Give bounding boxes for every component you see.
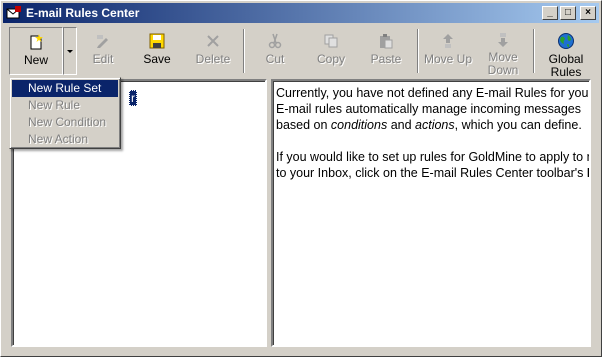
- move-down-icon: [494, 32, 512, 48]
- menu-item-new-action[interactable]: New Action: [12, 131, 118, 148]
- minimize-button[interactable]: _: [542, 6, 558, 20]
- new-icon: [27, 33, 45, 51]
- save-button[interactable]: Save: [137, 27, 177, 75]
- move-up-icon: [439, 32, 457, 50]
- info-line-1: Currently, you have not defined any E-ma…: [276, 86, 591, 100]
- menu-item-new-condition[interactable]: New Condition: [12, 114, 118, 131]
- save-label: Save: [143, 52, 171, 66]
- menu-item-new-rule[interactable]: New Rule: [12, 97, 118, 114]
- edit-button[interactable]: Edit: [83, 27, 123, 75]
- cut-label: Cut: [265, 52, 285, 66]
- new-dropdown-menu: New Rule Set New Rule New Condition New …: [9, 77, 121, 149]
- edit-label: Edit: [92, 52, 114, 66]
- move-down-label-line1: Move: [488, 50, 518, 64]
- app-icon: [6, 5, 22, 21]
- toolbar-separator: [417, 29, 419, 73]
- move-down-label-line2: Down: [487, 63, 519, 77]
- paste-button[interactable]: Paste: [363, 27, 409, 75]
- new-label: New: [23, 53, 48, 67]
- new-dropdown-arrow[interactable]: [63, 27, 77, 75]
- toolbar-separator: [243, 29, 245, 73]
- cut-icon: [266, 32, 284, 50]
- info-paragraph-2: If you would like to set up rules for Go…: [276, 149, 591, 181]
- delete-label: Delete: [195, 52, 231, 66]
- toolbar-separator: [533, 29, 535, 73]
- info-pane[interactable]: Currently, you have not defined any E-ma…: [271, 79, 591, 347]
- tree-node-selected[interactable]: r: [129, 90, 137, 106]
- email-rules-center-window: E-mail Rules Center _ □ × New Edit Save …: [0, 0, 602, 357]
- info-line-5-bold: Ne: [587, 166, 589, 180]
- cut-button[interactable]: Cut: [257, 27, 293, 75]
- info-conditions: conditions: [330, 118, 388, 132]
- paste-icon: [377, 32, 395, 50]
- info-line-3-pre: based on: [276, 118, 331, 132]
- menu-item-new-rule-set[interactable]: New Rule Set: [12, 80, 118, 97]
- info-paragraph-1: Currently, you have not defined any E-ma…: [276, 85, 591, 133]
- move-up-label: Move Up: [423, 52, 473, 66]
- info-line-3-mid: and: [387, 118, 416, 132]
- save-icon: [148, 32, 166, 50]
- delete-button[interactable]: Delete: [189, 27, 237, 75]
- copy-icon: [322, 32, 340, 50]
- paste-label: Paste: [370, 52, 402, 66]
- globe-icon: [557, 32, 575, 50]
- copy-button[interactable]: Copy: [309, 27, 353, 75]
- close-button[interactable]: ×: [580, 6, 596, 20]
- info-actions: actions: [415, 118, 455, 132]
- info-line-2: E-mail rules automatically manage incomi…: [276, 102, 581, 116]
- delete-icon: [204, 32, 222, 50]
- title-bar[interactable]: E-mail Rules Center _ □ ×: [3, 3, 599, 23]
- maximize-button[interactable]: □: [560, 6, 576, 20]
- move-up-button[interactable]: Move Up: [423, 27, 473, 75]
- copy-label: Copy: [316, 52, 345, 66]
- toolbar: New Edit Save Delete Cut Copy Paste Move…: [3, 25, 599, 79]
- global-rules-label-line1: Global: [548, 52, 584, 66]
- window-title: E-mail Rules Center: [26, 6, 140, 20]
- move-down-label: Move Down: [488, 51, 519, 77]
- global-rules-label: Global Rules: [549, 53, 584, 79]
- move-down-button[interactable]: Move Down: [481, 27, 525, 77]
- global-rules-button[interactable]: Global Rules: [543, 27, 589, 79]
- global-rules-label-line2: Rules: [550, 65, 582, 79]
- info-text: Currently, you have not defined any E-ma…: [276, 85, 591, 181]
- info-line-4: If you would like to set up rules for Go…: [276, 150, 591, 164]
- new-button[interactable]: New: [9, 27, 63, 75]
- info-line-5-pre: to your Inbox, click on the E-mail Rules…: [276, 166, 587, 180]
- info-line-3-post: , which you can define.: [454, 118, 582, 132]
- edit-icon: [94, 32, 112, 50]
